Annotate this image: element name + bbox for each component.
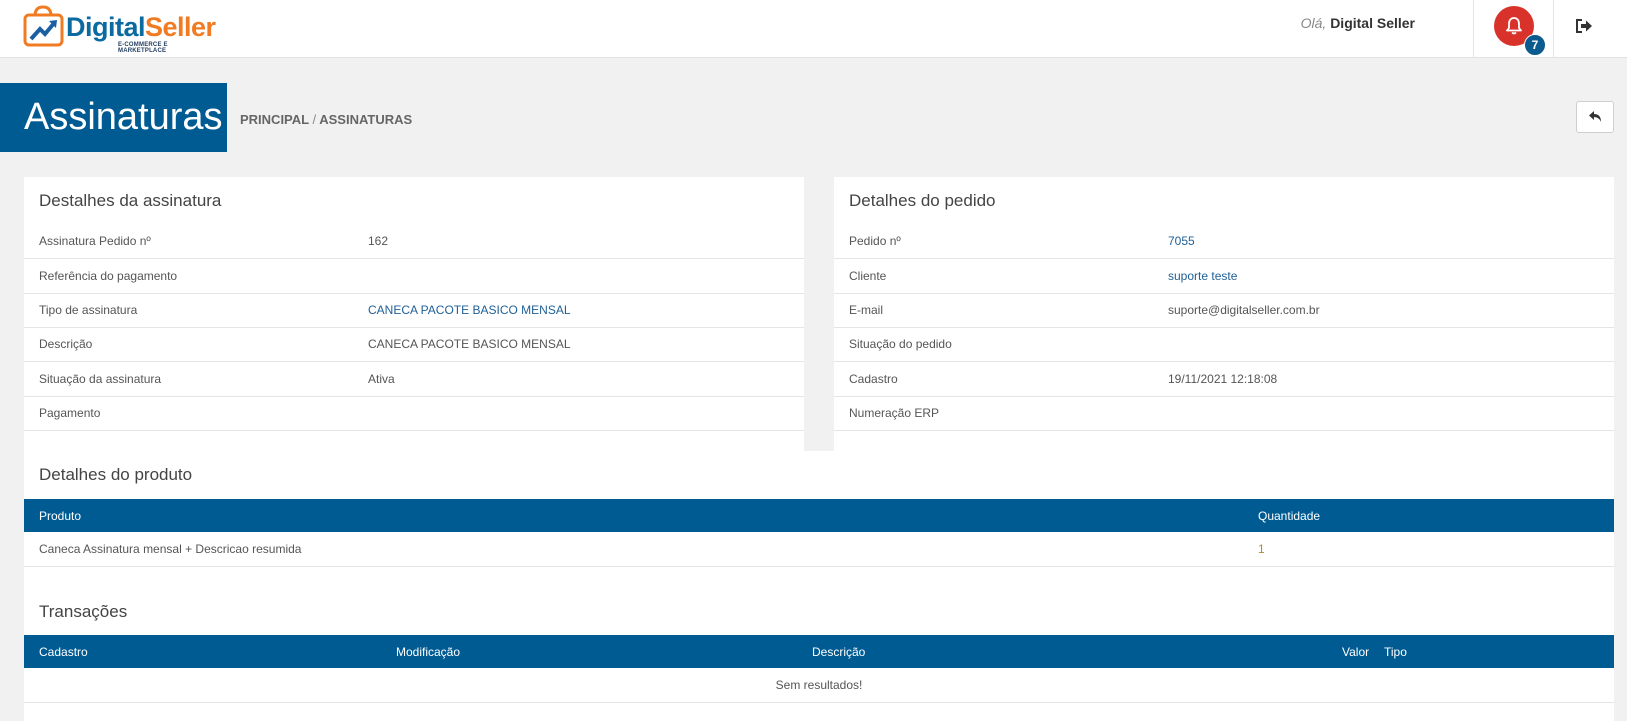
row-value: CANECA PACOTE BASICO MENSAL (368, 337, 571, 351)
column-header-value: Valor (1342, 645, 1370, 659)
user-greeting: Olá, Digital Seller (1301, 15, 1415, 31)
row-label: Descrição (39, 337, 93, 351)
transactions-table-header: Cadastro Modificação Descrição Valor Tip… (24, 635, 1614, 668)
order-details-panel: Detalhes do pedido Pedido nº 7055 Client… (834, 177, 1614, 451)
column-header-modified: Modificação (396, 645, 461, 659)
order-row: Cliente suporte teste (834, 259, 1614, 294)
row-label: Pedido nº (849, 234, 901, 248)
order-row: Numeração ERP (834, 396, 1614, 431)
table-row: Caneca Assinatura mensal + Descricao res… (24, 532, 1614, 567)
notification-count-badge: 7 (1524, 34, 1546, 56)
breadcrumb-separator: / (312, 112, 317, 127)
order-panel-title: Detalhes do pedido (849, 191, 996, 210)
row-label: Numeração ERP (849, 406, 940, 420)
logo-bag-icon (23, 5, 64, 47)
column-header-type: Tipo (1384, 645, 1407, 659)
order-number-link[interactable]: 7055 (1168, 234, 1195, 248)
logo[interactable]: DigitalSeller E-COMMERCE E MARKETPLACE (22, 4, 216, 54)
row-label: Cliente (849, 269, 887, 283)
empty-results-row: Sem resultados! (24, 668, 1614, 703)
row-value: 162 (368, 234, 389, 248)
order-row: Cadastro 19/11/2021 12:18:08 (834, 362, 1614, 397)
page-title: Assinaturas (24, 96, 223, 138)
subscription-row: Descrição CANECA PACOTE BASICO MENSAL (24, 327, 804, 362)
logout-button[interactable] (1574, 17, 1594, 40)
order-row: Pedido nº 7055 (834, 224, 1614, 259)
row-label: Cadastro (849, 372, 898, 386)
subscription-details-panel: Destalhes da assinatura Assinatura Pedid… (24, 177, 804, 451)
subscription-row: Situação da assinatura Ativa (24, 362, 804, 397)
back-button[interactable] (1576, 101, 1614, 133)
logo-text: DigitalSeller (66, 12, 216, 42)
subscription-row: Tipo de assinatura CANECA PACOTE BASICO … (24, 293, 804, 328)
product-transactions-panel: Detalhes do produto Produto Quantidade C… (24, 451, 1614, 721)
subscription-row: Pagamento (24, 396, 804, 431)
breadcrumb: PRINCIPAL / ASSINATURAS (240, 112, 412, 127)
row-label: Assinatura Pedido nº (39, 234, 151, 248)
transactions-panel-title: Transações (39, 602, 128, 621)
top-bar: DigitalSeller E-COMMERCE E MARKETPLACE O… (0, 0, 1627, 58)
subscription-row: Referência do pagamento (24, 259, 804, 294)
row-label: Referência do pagamento (39, 269, 178, 283)
product-table-header: Produto Quantidade (24, 499, 1614, 532)
page-title-box: Assinaturas (0, 83, 227, 152)
reply-arrow-icon (1589, 111, 1601, 122)
subscription-panel-title: Destalhes da assinatura (39, 191, 222, 210)
breadcrumb-home[interactable]: PRINCIPAL (240, 112, 309, 127)
order-row: Situação do pedido (834, 327, 1614, 362)
row-label: E-mail (849, 303, 884, 317)
row-value: 19/11/2021 12:18:08 (1168, 372, 1278, 386)
breadcrumb-current: ASSINATURAS (319, 112, 413, 127)
column-header-quantity: Quantidade (1258, 509, 1321, 523)
product-panel-title: Detalhes do produto (39, 465, 193, 484)
greeting-prefix: Olá, (1300, 15, 1327, 31)
bell-icon (1506, 17, 1522, 35)
empty-results-text: Sem resultados! (775, 678, 863, 692)
subscription-row: Assinatura Pedido nº 162 (24, 224, 804, 259)
header-divider (1553, 0, 1554, 57)
column-header-description: Descrição (812, 645, 866, 659)
product-name: Caneca Assinatura mensal + Descricao res… (39, 542, 302, 556)
column-header-created: Cadastro (39, 645, 88, 659)
column-header-product: Produto (39, 509, 82, 523)
row-label: Pagamento (39, 406, 101, 420)
logo-tagline: E-COMMERCE E MARKETPLACE (118, 42, 168, 54)
logout-icon (1576, 19, 1592, 33)
row-value: Ativa (368, 372, 395, 386)
row-label: Tipo de assinatura (39, 303, 138, 317)
user-name[interactable]: Digital Seller (1330, 15, 1415, 31)
product-quantity: 1 (1258, 542, 1265, 556)
row-label: Situação da assinatura (39, 372, 162, 386)
customer-link[interactable]: suporte teste (1168, 269, 1237, 283)
subscription-type-link[interactable]: CANECA PACOTE BASICO MENSAL (368, 303, 571, 317)
row-value: suporte@digitalseller.com.br (1168, 303, 1320, 317)
order-row: E-mail suporte@digitalseller.com.br (834, 293, 1614, 328)
row-label: Situação do pedido (849, 337, 952, 351)
header-divider (1473, 0, 1474, 57)
